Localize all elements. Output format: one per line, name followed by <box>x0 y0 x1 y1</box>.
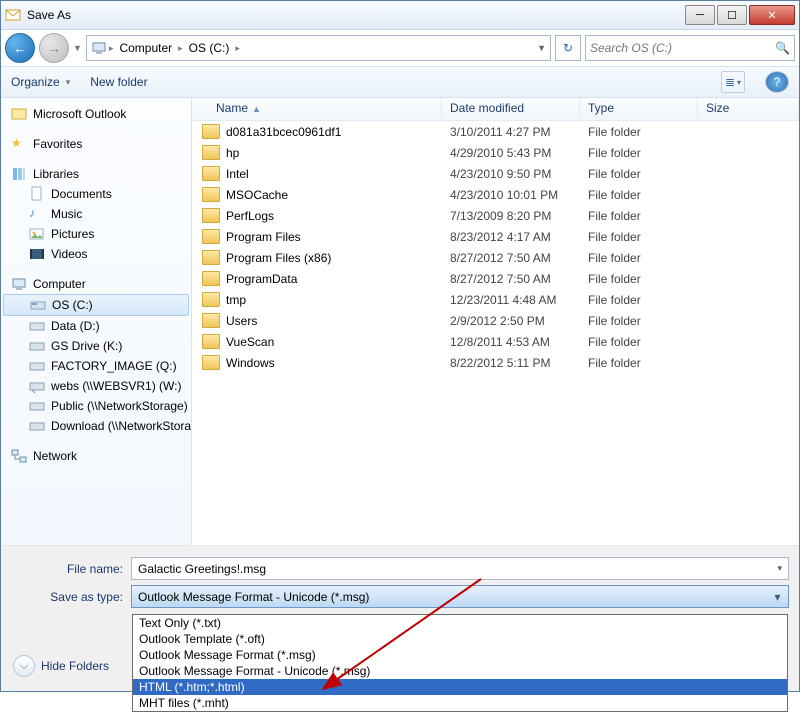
nav-row: ← → ▼ ▸ Computer ▸ OS (C:) ▸ ▼ ↻ Search … <box>1 30 799 66</box>
folder-icon <box>202 187 220 202</box>
rows-container[interactable]: d081a31bcec0961df13/10/2011 4:27 PMFile … <box>192 121 799 545</box>
dropdown-option[interactable]: Text Only (*.txt) <box>133 615 787 631</box>
maximize-button[interactable]: ☐ <box>717 5 747 25</box>
folder-icon <box>202 229 220 244</box>
nav-public[interactable]: Public (\\NetworkStorage) <box>1 396 191 416</box>
folder-icon <box>202 334 220 349</box>
table-row[interactable]: MSOCache4/23/2010 10:01 PMFile folder <box>192 184 799 205</box>
breadcrumb[interactable]: ▸ Computer ▸ OS (C:) ▸ ▼ <box>86 35 551 61</box>
breadcrumb-dropdown-icon[interactable]: ▼ <box>537 43 546 53</box>
hide-folders-button[interactable]: ⌵ Hide Folders <box>13 655 109 677</box>
table-row[interactable]: Intel4/23/2010 9:50 PMFile folder <box>192 163 799 184</box>
dropdown-option[interactable]: Outlook Template (*.oft) <box>133 631 787 647</box>
table-row[interactable]: ProgramData8/27/2012 7:50 AMFile folder <box>192 268 799 289</box>
folder-icon <box>202 166 220 181</box>
col-size[interactable]: Size <box>698 98 799 120</box>
folder-icon <box>202 124 220 139</box>
folder-icon <box>202 250 220 265</box>
table-row[interactable]: VueScan12/8/2011 4:53 AMFile folder <box>192 331 799 352</box>
nav-documents[interactable]: Documents <box>1 184 191 204</box>
table-row[interactable]: Users2/9/2012 2:50 PMFile folder <box>192 310 799 331</box>
toolbar: Organize▾ New folder ≣▾ ? <box>1 66 799 98</box>
folder-icon <box>202 313 220 328</box>
organize-button[interactable]: Organize <box>11 75 60 89</box>
folder-icon <box>202 292 220 307</box>
nav-download[interactable]: Download (\\NetworkStorage) <box>1 416 191 436</box>
nav-network[interactable]: Network <box>1 446 191 466</box>
nav-favorites[interactable]: ★Favorites <box>1 134 191 154</box>
breadcrumb-computer[interactable]: Computer <box>115 41 176 55</box>
chevron-down-icon: ⌵ <box>13 655 35 677</box>
computer-icon <box>91 40 107 56</box>
new-folder-button[interactable]: New folder <box>90 75 147 89</box>
dropdown-option[interactable]: Outlook Message Format (*.msg) <box>133 647 787 663</box>
col-type[interactable]: Type <box>580 98 698 120</box>
dropdown-option[interactable]: MHT files (*.mht) <box>133 695 787 711</box>
nav-pictures[interactable]: Pictures <box>1 224 191 244</box>
window-title: Save As <box>27 8 683 22</box>
back-button[interactable]: ← <box>5 33 35 63</box>
breadcrumb-osc[interactable]: OS (C:) <box>185 41 234 55</box>
app-icon <box>5 7 21 23</box>
nav-webs[interactable]: webs (\\WEBSVR1) (W:) <box>1 376 191 396</box>
nav-gsd[interactable]: GS Drive (K:) <box>1 336 191 356</box>
nav-osc[interactable]: OS (C:) <box>3 294 189 316</box>
save-as-dialog: Save As ─ ☐ ✕ ← → ▼ ▸ Computer ▸ OS (C:)… <box>0 0 800 692</box>
filename-label: File name: <box>11 562 131 576</box>
dropdown-option[interactable]: HTML (*.htm;*.html) <box>133 679 787 695</box>
dropdown-icon[interactable]: ▾ <box>769 588 786 605</box>
nav-videos[interactable]: Videos <box>1 244 191 264</box>
folder-icon <box>202 355 220 370</box>
folder-icon <box>202 145 220 160</box>
table-row[interactable]: Program Files (x86)8/27/2012 7:50 AMFile… <box>192 247 799 268</box>
nav-libraries[interactable]: Libraries <box>1 164 191 184</box>
close-button[interactable]: ✕ <box>749 5 795 25</box>
search-input[interactable]: Search OS (C:) 🔍 <box>585 35 795 61</box>
table-row[interactable]: PerfLogs7/13/2009 8:20 PMFile folder <box>192 205 799 226</box>
nav-pane[interactable]: Microsoft Outlook ★Favorites Libraries D… <box>1 98 192 545</box>
minimize-button[interactable]: ─ <box>685 5 715 25</box>
table-row[interactable]: d081a31bcec0961df13/10/2011 4:27 PMFile … <box>192 121 799 142</box>
search-icon: 🔍 <box>775 41 790 55</box>
dropdown-option[interactable]: Outlook Message Format - Unicode (*.msg) <box>133 663 787 679</box>
saveastype-label: Save as type: <box>11 590 131 604</box>
nav-music[interactable]: ♪Music <box>1 204 191 224</box>
sort-asc-icon: ▲ <box>252 104 261 114</box>
nav-outlook[interactable]: Microsoft Outlook <box>1 104 191 124</box>
table-row[interactable]: hp4/29/2010 5:43 PMFile folder <box>192 142 799 163</box>
search-placeholder: Search OS (C:) <box>590 41 775 55</box>
folder-icon <box>202 271 220 286</box>
column-headers[interactable]: Name▲ Date modified Type Size <box>192 98 799 121</box>
help-button[interactable]: ? <box>765 71 789 93</box>
forward-button[interactable]: → <box>39 33 69 63</box>
body: Microsoft Outlook ★Favorites Libraries D… <box>1 98 799 545</box>
nav-datad[interactable]: Data (D:) <box>1 316 191 336</box>
table-row[interactable]: Program Files8/23/2012 4:17 AMFile folde… <box>192 226 799 247</box>
dropdown-icon[interactable]: ▾ <box>777 563 782 574</box>
saveastype-dropdown[interactable]: Text Only (*.txt)Outlook Template (*.oft… <box>132 614 788 712</box>
filename-input[interactable]: Galactic Greetings!.msg▾ <box>131 557 789 580</box>
file-list: Name▲ Date modified Type Size d081a31bce… <box>192 98 799 545</box>
titlebar: Save As ─ ☐ ✕ <box>1 1 799 30</box>
refresh-button[interactable]: ↻ <box>555 35 581 61</box>
folder-icon <box>202 208 220 223</box>
view-button[interactable]: ≣▾ <box>721 71 745 93</box>
table-row[interactable]: tmp12/23/2011 4:48 AMFile folder <box>192 289 799 310</box>
nav-factory[interactable]: FACTORY_IMAGE (Q:) <box>1 356 191 376</box>
recent-dropdown-icon[interactable]: ▼ <box>73 43 82 53</box>
saveastype-select[interactable]: Outlook Message Format - Unicode (*.msg)… <box>131 585 789 608</box>
bottom-panel: File name: Galactic Greetings!.msg▾ Save… <box>1 545 799 691</box>
col-name[interactable]: Name▲ <box>192 98 442 120</box>
col-date[interactable]: Date modified <box>442 98 580 120</box>
nav-computer[interactable]: Computer <box>1 274 191 294</box>
table-row[interactable]: Windows8/22/2012 5:11 PMFile folder <box>192 352 799 373</box>
